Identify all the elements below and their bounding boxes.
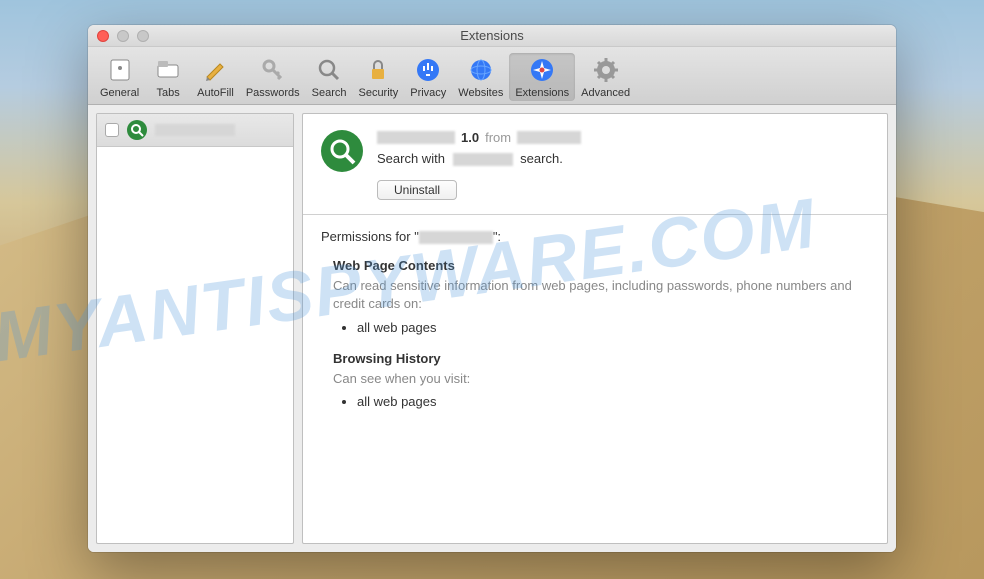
tab-advanced[interactable]: Advanced	[575, 53, 636, 101]
general-icon	[105, 55, 135, 85]
extension-icon	[127, 120, 147, 140]
extensions-sidebar	[96, 113, 294, 544]
key-icon	[258, 55, 288, 85]
permission-item: all web pages	[357, 320, 869, 335]
tab-label: Passwords	[246, 87, 300, 99]
permission-description: Can see when you visit:	[333, 370, 869, 388]
permission-heading: Browsing History	[333, 351, 869, 366]
extension-enable-checkbox[interactable]	[105, 123, 119, 137]
permission-heading: Web Page Contents	[333, 258, 869, 273]
desc-redacted	[453, 153, 513, 166]
perm-prefix: Permissions for "	[321, 229, 419, 244]
extension-description: Search with search.	[377, 151, 869, 166]
extension-version: 1.0	[461, 130, 479, 145]
tab-label: Extensions	[515, 87, 569, 99]
preferences-window: Extensions General Tabs AutoFill Passwor…	[88, 25, 896, 552]
gear-icon	[591, 55, 621, 85]
permission-list: all web pages	[357, 394, 869, 409]
tab-label: Security	[358, 87, 398, 99]
hand-icon	[413, 55, 443, 85]
window-title: Extensions	[88, 28, 896, 43]
extension-name-redacted	[155, 124, 235, 136]
perm-name-redacted	[419, 231, 493, 244]
tab-passwords[interactable]: Passwords	[240, 53, 306, 101]
permission-group: Web Page Contents Can read sensitive inf…	[333, 258, 869, 334]
permissions-title: Permissions for " ":	[321, 229, 869, 244]
permission-list: all web pages	[357, 320, 869, 335]
perm-suffix: ":	[493, 229, 501, 244]
permission-description: Can read sensitive information from web …	[333, 277, 869, 313]
extension-icon-large	[321, 130, 363, 172]
tab-label: Advanced	[581, 87, 630, 99]
search-icon	[314, 55, 344, 85]
tab-label: Websites	[458, 87, 503, 99]
tab-label: AutoFill	[197, 87, 234, 99]
titlebar[interactable]: Extensions	[88, 25, 896, 47]
uninstall-button[interactable]: Uninstall	[377, 180, 457, 200]
tab-label: General	[100, 87, 139, 99]
autofill-icon	[200, 55, 230, 85]
content-area: 1.0 from Search with search. Uninstall P…	[88, 105, 896, 552]
extension-list-item[interactable]	[97, 114, 293, 147]
globe-icon	[466, 55, 496, 85]
tab-label: Privacy	[410, 87, 446, 99]
desc-suffix: search.	[520, 151, 563, 166]
permission-item: all web pages	[357, 394, 869, 409]
detail-header: 1.0 from Search with search. Uninstall	[303, 114, 887, 214]
detail-info: 1.0 from Search with search. Uninstall	[377, 130, 869, 200]
permission-group: Browsing History Can see when you visit:…	[333, 351, 869, 409]
from-label: from	[485, 130, 511, 145]
tab-label: Tabs	[157, 87, 180, 99]
permissions-section: Permissions for " ": Web Page Contents Ca…	[303, 215, 887, 439]
tab-tabs[interactable]: Tabs	[145, 53, 191, 101]
extension-detail-panel: 1.0 from Search with search. Uninstall P…	[302, 113, 888, 544]
desc-prefix: Search with	[377, 151, 445, 166]
lock-icon	[363, 55, 393, 85]
tab-extensions[interactable]: Extensions	[509, 53, 575, 101]
tab-label: Search	[312, 87, 347, 99]
tabs-icon	[153, 55, 183, 85]
tab-privacy[interactable]: Privacy	[404, 53, 452, 101]
tab-autofill[interactable]: AutoFill	[191, 53, 240, 101]
tab-security[interactable]: Security	[352, 53, 404, 101]
extension-name-redacted	[377, 131, 455, 144]
tab-websites[interactable]: Websites	[452, 53, 509, 101]
tab-search[interactable]: Search	[306, 53, 353, 101]
extensions-icon	[527, 55, 557, 85]
extension-vendor-redacted	[517, 131, 581, 144]
toolbar: General Tabs AutoFill Passwords Search	[88, 47, 896, 105]
detail-title-line: 1.0 from	[377, 130, 869, 145]
tab-general[interactable]: General	[94, 53, 145, 101]
